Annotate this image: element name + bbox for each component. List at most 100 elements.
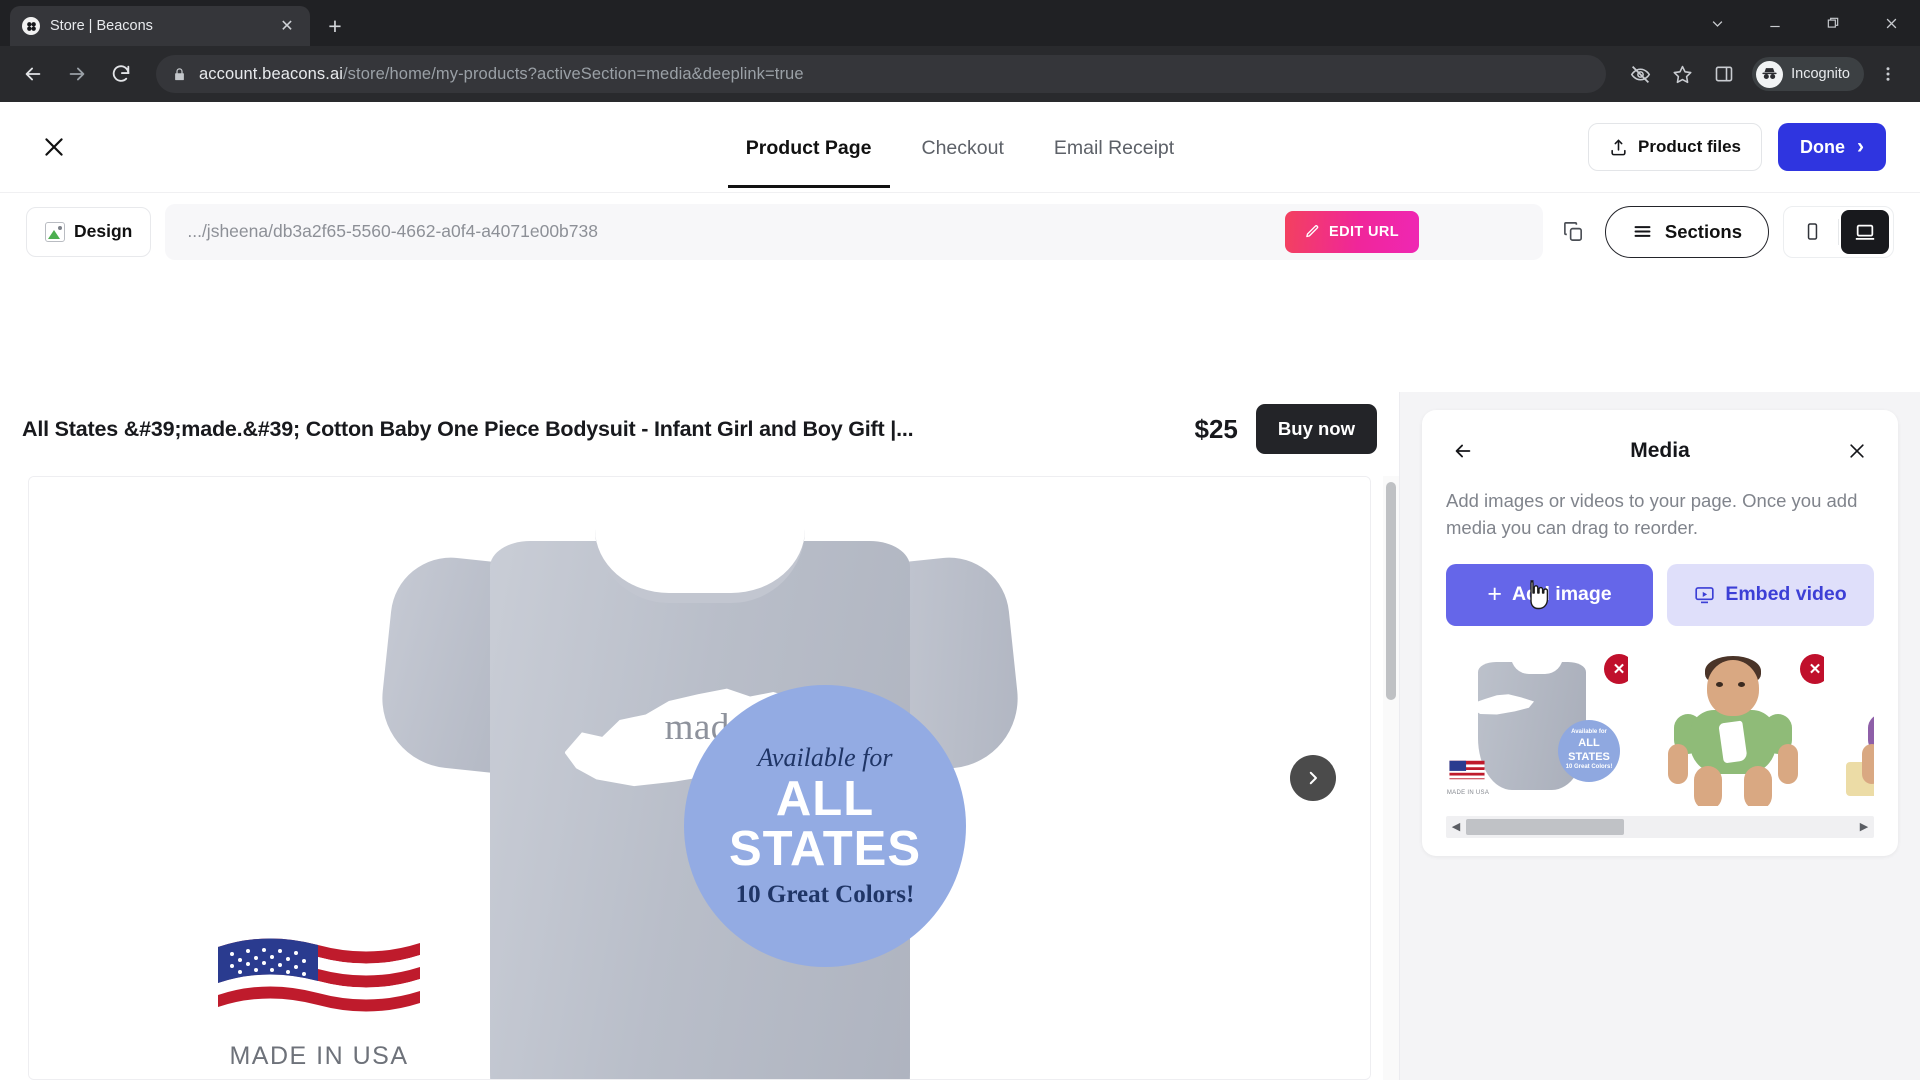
forward-button[interactable]: [58, 55, 96, 93]
edit-url-button[interactable]: EDIT URL: [1285, 210, 1420, 253]
made-in-usa-block: MADE IN USA: [214, 921, 424, 1071]
embed-video-button[interactable]: Embed video: [1667, 563, 1874, 626]
done-button[interactable]: Done ›: [1778, 123, 1886, 171]
thumb-baby-purple[interactable]: [1838, 647, 1874, 806]
broken-image-icon: [45, 221, 65, 242]
product-price: $25: [1194, 413, 1238, 444]
incognito-hat-icon: [1756, 60, 1784, 88]
copy-url-icon[interactable]: [1557, 215, 1591, 249]
baby-head: [1707, 659, 1759, 716]
tab-product-page[interactable]: Product Page: [727, 107, 890, 188]
media-panel-actions: + Add image Embed video: [1446, 563, 1874, 626]
desktop-view-button[interactable]: [1841, 209, 1889, 254]
panel-back-icon[interactable]: [1446, 434, 1480, 468]
thumb-badge-top: Available for: [1571, 729, 1607, 736]
media-thumbnails: ✕ Available for ALL STATES 10 Great Colo…: [1446, 647, 1874, 806]
minimize-icon[interactable]: [1746, 0, 1804, 46]
editor-header-actions: Product files Done ›: [1588, 123, 1886, 171]
browser-tab[interactable]: Store | Beacons ✕: [10, 6, 310, 46]
url-path: /store/home/my-products?activeSection=me…: [342, 64, 804, 83]
device-toggle: [1783, 205, 1894, 258]
delete-media-icon[interactable]: ✕: [1800, 653, 1824, 684]
bookmark-star-icon[interactable]: [1664, 56, 1700, 92]
add-image-button[interactable]: + Add image: [1446, 563, 1653, 626]
editor-header: Product Page Checkout Email Receipt Prod…: [0, 102, 1920, 192]
thumb-badge-states: STATES: [1568, 750, 1610, 763]
badge-all: ALL: [775, 771, 875, 826]
media-side-panel: Media Add images or videos to your page.…: [1400, 392, 1920, 1080]
thumb-badge-colors: 10 Great Colors!: [1565, 764, 1613, 771]
product-image: made. Available for ALL STATES 10 Great …: [29, 477, 1370, 1079]
badge-colors: 10 Great Colors!: [735, 881, 915, 909]
media-horizontal-scrollbar[interactable]: ◀ ▶: [1446, 815, 1874, 838]
made-in-usa-caption: MADE IN USA: [229, 1042, 409, 1070]
preview-and-panel: All States &#39;made.&#39; Cotton Baby O…: [0, 392, 1920, 1080]
thumb-badge-all: ALL: [1578, 736, 1600, 749]
scroll-right-icon[interactable]: ▶: [1854, 816, 1874, 838]
badge-states: STATES: [728, 822, 922, 876]
video-icon: [1694, 584, 1715, 605]
edit-url-label: EDIT URL: [1329, 223, 1400, 240]
mobile-view-button[interactable]: [1788, 210, 1836, 254]
product-files-label: Product files: [1638, 137, 1741, 156]
close-window-icon[interactable]: [1862, 0, 1920, 46]
browser-window: Store | Beacons ✕ + account.beacons.ai/s…: [0, 0, 1920, 1080]
thumb-baby-photo: [1642, 647, 1824, 806]
lock-icon: [172, 67, 187, 82]
buy-now-button[interactable]: Buy now: [1255, 404, 1377, 454]
delete-media-icon[interactable]: ✕: [1604, 653, 1628, 684]
tab-checkout[interactable]: Checkout: [918, 107, 1008, 188]
media-panel-title: Media: [1630, 439, 1690, 462]
reload-button[interactable]: [102, 55, 140, 93]
tab-strip: Store | Beacons ✕ +: [0, 0, 1920, 46]
media-panel-header: Media: [1446, 432, 1874, 470]
address-bar[interactable]: account.beacons.ai/store/home/my-product…: [156, 55, 1607, 93]
scroll-left-icon[interactable]: ◀: [1446, 816, 1466, 838]
media-panel-card: Media Add images or videos to your page.…: [1422, 410, 1898, 856]
kebab-menu-icon[interactable]: [1870, 56, 1906, 92]
carousel-next-button[interactable]: [1290, 755, 1336, 801]
add-image-label: Add image: [1511, 583, 1612, 606]
baby-eye-left: [1716, 681, 1723, 687]
tab-close-icon[interactable]: ✕: [276, 15, 298, 37]
thumb-baby-green[interactable]: ✕: [1642, 647, 1824, 806]
tab-title: Store | Beacons: [50, 18, 153, 34]
sections-button[interactable]: Sections: [1604, 205, 1769, 258]
product-files-button[interactable]: Product files: [1588, 123, 1762, 171]
profile-label: Incognito: [1791, 66, 1850, 82]
back-button[interactable]: [14, 55, 52, 93]
scrollbar-thumb[interactable]: [1386, 482, 1396, 700]
thumb-bodysuit-gray[interactable]: ✕ Available for ALL STATES 10 Great Colo…: [1446, 647, 1628, 806]
usa-flag-icon: [218, 938, 420, 1012]
page-viewport: Product Page Checkout Email Receipt Prod…: [0, 102, 1920, 1080]
thumb-all-states-badge: Available for ALL STATES 10 Great Colors…: [1558, 719, 1620, 782]
panel-close-icon[interactable]: [1840, 434, 1874, 468]
address-bar-text: account.beacons.ai/store/home/my-product…: [199, 65, 804, 84]
baby-leg-right: [1744, 765, 1772, 806]
store-url-text: .../jsheena/db3a2f65-5560-4662-a0f4-a407…: [187, 221, 598, 241]
new-tab-button[interactable]: +: [318, 9, 352, 43]
url-domain: account.beacons.ai: [199, 64, 343, 83]
maximize-icon[interactable]: [1804, 0, 1862, 46]
tab-email-receipt[interactable]: Email Receipt: [1050, 107, 1178, 188]
thumb-usa-flag-icon: [1449, 760, 1485, 779]
done-label: Done: [1800, 136, 1845, 157]
media-panel-description: Add images or videos to your page. Once …: [1446, 490, 1858, 538]
design-button[interactable]: Design: [26, 206, 152, 257]
baby-arm-left: [1862, 743, 1874, 784]
tab-search-icon[interactable]: [1688, 0, 1746, 46]
all-states-badge: Available for ALL STATES 10 Great Colors…: [684, 685, 966, 967]
tracking-protection-icon[interactable]: [1622, 56, 1658, 92]
product-preview: All States &#39;made.&#39; Cotton Baby O…: [0, 392, 1400, 1080]
browser-toolbar: account.beacons.ai/store/home/my-product…: [0, 46, 1920, 102]
profile-chip[interactable]: Incognito: [1752, 57, 1864, 91]
scrollbar-thumb[interactable]: [1466, 818, 1624, 835]
preview-vertical-scrollbar[interactable]: [1383, 476, 1399, 1080]
side-panel-icon[interactable]: [1706, 56, 1742, 92]
pencil-icon: [1305, 224, 1320, 239]
hamburger-icon: [1632, 221, 1653, 242]
media-thumbnails-wrap: ✕ Available for ALL STATES 10 Great Colo…: [1446, 647, 1874, 838]
baby-leg-left: [1694, 765, 1722, 806]
chevron-right-icon: ›: [1857, 135, 1864, 158]
scrollbar-track[interactable]: [1466, 815, 1854, 838]
